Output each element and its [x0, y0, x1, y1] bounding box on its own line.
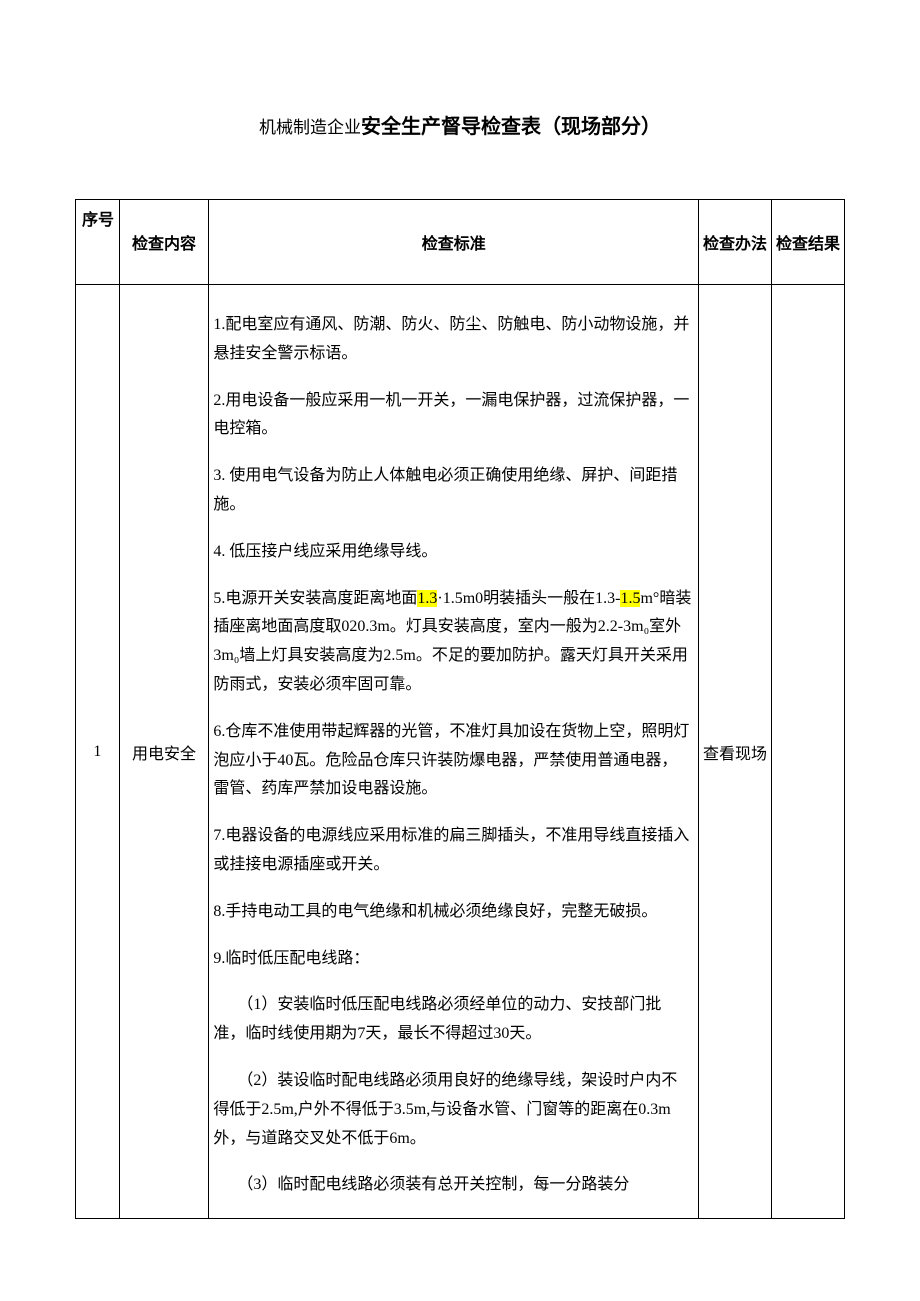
- table-row: 1用电安全1.配电室应有通风、防潮、防火、防尘、防触电、防小动物设施，并悬挂安全…: [76, 285, 845, 1219]
- cell-result: [772, 285, 845, 1219]
- header-std: 检查标准: [209, 200, 699, 285]
- standard-paragraph: （3）临时配电线路必须装有总开关控制，每一分路装分: [213, 1171, 692, 1200]
- standard-paragraph: （1）安装临时低压配电线路必须经单位的动力、安技部门批准，临时线使用期为7天，最…: [213, 991, 692, 1049]
- cell-method: 查看现场: [699, 285, 772, 1219]
- standard-paragraph: 5.电源开关安装高度距离地面1.3·1.5m0明装插头一般在1.3-1.5m°暗…: [213, 585, 692, 700]
- standard-paragraph: 6.仓库不准使用带起辉器的光管，不准灯具加设在货物上空，照明灯泡应小于40瓦。危…: [213, 718, 692, 804]
- cell-standard: 1.配电室应有通风、防潮、防火、防尘、防触电、防小动物设施，并悬挂安全警示标语。…: [209, 285, 699, 1219]
- standard-paragraph: 8.手持电动工具的电气绝缘和机械必须绝缘良好，完整无破损。: [213, 898, 692, 927]
- standard-paragraph: 1.配电室应有通风、防潮、防火、防尘、防触电、防小动物设施，并悬挂安全警示标语。: [213, 311, 692, 369]
- title-prefix: 机械制造企业: [259, 118, 361, 137]
- header-item: 检查内容: [119, 200, 209, 285]
- standard-paragraph: 9.临时低压配电线路：: [213, 945, 692, 974]
- header-result: 检查结果: [772, 200, 845, 285]
- standard-paragraph: 7.电器设备的电源线应采用标准的扁三脚插头，不准用导线直接插入或挂接电源插座或开…: [213, 822, 692, 880]
- table-header-row: 序号 检查内容 检查标准 检查办法 检查结果: [76, 200, 845, 285]
- standard-paragraph: 4. 低压接户线应采用绝缘导线。: [213, 538, 692, 567]
- standard-paragraph: 2.用电设备一般应采用一机一开关，一漏电保护器，过流保护器，一电控箱。: [213, 387, 692, 445]
- standard-paragraph: （2）装设临时配电线路必须用良好的绝缘导线，架设时户内不得低于2.5m,户外不得…: [213, 1067, 692, 1153]
- title-main: 安全生产督导检查表（现场部分）: [361, 116, 661, 138]
- cell-item: 用电安全: [119, 285, 209, 1219]
- document-page: 机械制造企业安全生产督导检查表（现场部分） 序号 检查内容 检查标准 检查办法 …: [0, 0, 920, 1279]
- cell-seq: 1: [76, 285, 120, 1219]
- header-method: 检查办法: [699, 200, 772, 285]
- checklist-table: 序号 检查内容 检查标准 检查办法 检查结果 1用电安全1.配电室应有通风、防潮…: [75, 199, 845, 1219]
- header-seq: 序号: [76, 200, 120, 285]
- page-title: 机械制造企业安全生产督导检查表（现场部分）: [75, 110, 845, 139]
- standard-paragraph: 3. 使用电气设备为防止人体触电必须正确使用绝缘、屏护、间距措施。: [213, 462, 692, 520]
